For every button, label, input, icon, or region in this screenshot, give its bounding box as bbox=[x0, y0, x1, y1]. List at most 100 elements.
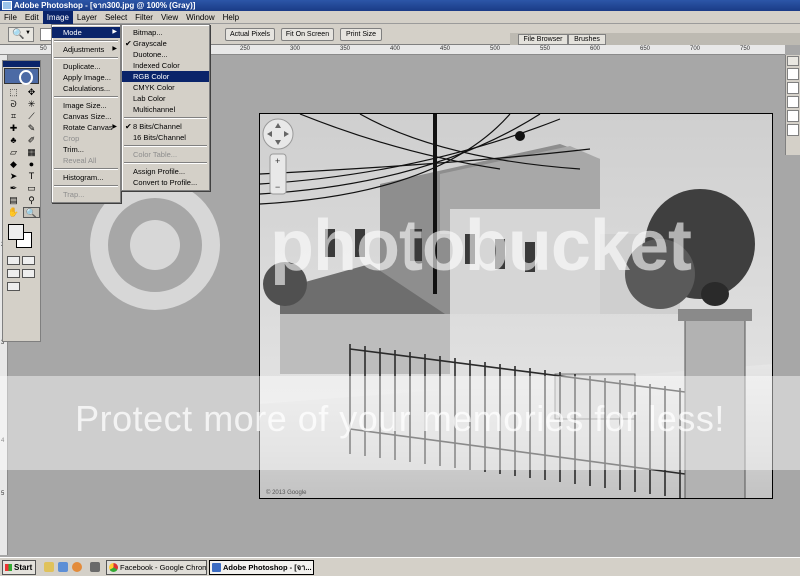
quick-mask-button[interactable] bbox=[22, 256, 35, 265]
slice-tool-icon[interactable]: ⟋ bbox=[23, 111, 40, 122]
eraser-tool-icon[interactable]: ▱ bbox=[5, 147, 22, 158]
ruler-label: 750 bbox=[740, 46, 751, 52]
shape-tool-icon[interactable]: ▭ bbox=[23, 183, 40, 194]
photoshop-app-icon bbox=[2, 1, 12, 10]
tab-brushes[interactable]: Brushes bbox=[568, 34, 606, 45]
clone-stamp-tool-icon[interactable]: ♣ bbox=[5, 135, 22, 146]
menu-view[interactable]: View bbox=[157, 11, 182, 24]
ruler-label: 400 bbox=[390, 46, 401, 52]
mode-item-8-bits[interactable]: ✔ 8 Bits/Channel bbox=[122, 121, 209, 132]
mode-item-assign-profile[interactable]: Assign Profile... bbox=[122, 166, 209, 177]
toolbox-titlebar[interactable] bbox=[3, 61, 40, 67]
mode-item-cmyk-color[interactable]: CMYK Color bbox=[122, 82, 209, 93]
task-facebook-chrome[interactable]: Facebook - Google Chrome bbox=[106, 560, 207, 575]
marquee-tool-icon[interactable]: ⬚ bbox=[5, 87, 22, 98]
task-adobe-photoshop[interactable]: Adobe Photoshop - [จา... bbox=[209, 560, 314, 575]
submenu-arrow-icon: ▶ bbox=[112, 124, 117, 130]
lasso-tool-icon[interactable]: ᘐ bbox=[5, 99, 22, 110]
title-bar: Adobe Photoshop - [จาก300.jpg @ 100% (Gr… bbox=[0, 0, 800, 11]
image-menu-item-duplicate[interactable]: Duplicate... bbox=[52, 61, 120, 72]
tool-preset-picker[interactable]: 🔍 ▼ bbox=[8, 27, 34, 42]
tab-file-browser[interactable]: File Browser bbox=[518, 34, 568, 45]
ruler-label: 450 bbox=[440, 46, 451, 52]
path-selection-tool-icon[interactable]: ➤ bbox=[5, 171, 22, 182]
history-brush-tool-icon[interactable]: ✐ bbox=[23, 135, 40, 146]
start-button[interactable]: Start bbox=[2, 560, 36, 575]
image-menu-item-crop: Crop bbox=[63, 134, 80, 143]
palette-row bbox=[787, 68, 799, 80]
menu-item-label: Mode bbox=[63, 28, 82, 37]
ruler-label: 5 bbox=[1, 491, 5, 497]
window-title: Adobe Photoshop - [จาก300.jpg @ 100% (Gr… bbox=[14, 1, 196, 10]
image-menu-item-calculations[interactable]: Calculations... bbox=[52, 83, 120, 94]
fit-on-screen-button[interactable]: Fit On Screen bbox=[281, 28, 334, 41]
ruler-label: 650 bbox=[640, 46, 651, 52]
standard-mode-button[interactable] bbox=[7, 256, 20, 265]
mode-item-convert-to-profile[interactable]: Convert to Profile... bbox=[122, 177, 209, 188]
folder-quicklaunch-icon[interactable] bbox=[44, 562, 54, 572]
brush-tool-icon[interactable]: ✎ bbox=[23, 123, 40, 134]
mode-item-grayscale[interactable]: ✔ Grayscale bbox=[122, 38, 209, 49]
mode-item-multichannel[interactable]: Multichannel bbox=[122, 104, 209, 115]
pen-tool-icon[interactable]: ✒ bbox=[5, 183, 22, 194]
eyedropper-tool-icon[interactable]: ⚲ bbox=[23, 195, 40, 206]
windows-taskbar: Start Facebook - Google Chrome Adobe Pho… bbox=[0, 557, 800, 576]
mode-item-16-bits[interactable]: 16 Bits/Channel bbox=[122, 132, 209, 143]
screen-mode-button[interactable] bbox=[7, 269, 20, 278]
mode-item-duotone[interactable]: Duotone... bbox=[122, 49, 209, 60]
menu-select[interactable]: Select bbox=[101, 11, 131, 24]
dodge-tool-icon[interactable]: ● bbox=[23, 159, 40, 170]
image-menu-item-trim[interactable]: Trim... bbox=[52, 144, 120, 155]
toolbox: ⬚ ✥ ᘐ ✳ ⌗ ⟋ ✚ ✎ ♣ ✐ ▱ ▦ ◆ ● ➤ T ✒ ▭ ▤ ⚲ … bbox=[2, 60, 41, 342]
type-tool-icon[interactable]: T bbox=[23, 171, 40, 182]
ruler-label: 250 bbox=[240, 46, 251, 52]
hand-tool-icon[interactable]: ✋ bbox=[5, 207, 22, 218]
image-menu-item-rotate-canvas[interactable]: Rotate Canvas ▶ bbox=[52, 122, 120, 133]
gradient-tool-icon[interactable]: ▦ bbox=[23, 147, 40, 158]
menu-image[interactable]: Image bbox=[42, 10, 73, 24]
menu-window[interactable]: Window bbox=[182, 11, 218, 24]
menu-layer[interactable]: Layer bbox=[73, 11, 101, 24]
print-size-button[interactable]: Print Size bbox=[340, 28, 382, 41]
image-menu-item-histogram[interactable]: Histogram... bbox=[52, 172, 120, 183]
image-menu-item-image-size[interactable]: Image Size... bbox=[52, 100, 120, 111]
ie-quicklaunch-icon[interactable] bbox=[58, 562, 68, 572]
move-tool-icon[interactable]: ✥ bbox=[23, 87, 40, 98]
menu-edit[interactable]: Edit bbox=[21, 11, 43, 24]
image-menu-item-mode[interactable]: Mode ▶ bbox=[52, 27, 120, 38]
menu-filter[interactable]: Filter bbox=[131, 11, 157, 24]
foreground-color-swatch[interactable] bbox=[8, 224, 24, 240]
menu-help[interactable]: Help bbox=[219, 11, 243, 24]
ruler-label: 700 bbox=[690, 46, 701, 52]
menu-file[interactable]: File bbox=[0, 11, 21, 24]
crop-tool-icon[interactable]: ⌗ bbox=[5, 111, 22, 122]
mode-item-lab-color[interactable]: Lab Color bbox=[122, 93, 209, 104]
image-menu-item-adjustments[interactable]: Adjustments ▶ bbox=[52, 44, 120, 55]
healing-brush-tool-icon[interactable]: ✚ bbox=[5, 123, 22, 134]
show-desktop-icon[interactable] bbox=[90, 562, 100, 572]
fullscreen-mode-button[interactable] bbox=[22, 269, 35, 278]
menu-item-label: 8 Bits/Channel bbox=[133, 122, 182, 131]
image-menu-item-apply-image[interactable]: Apply Image... bbox=[52, 72, 120, 83]
magic-wand-tool-icon[interactable]: ✳ bbox=[23, 99, 40, 110]
palette-row bbox=[787, 110, 799, 122]
mode-item-rgb-color[interactable]: RGB Color bbox=[122, 71, 209, 82]
palette-row bbox=[787, 96, 799, 108]
menu-separator bbox=[54, 40, 118, 42]
mode-item-indexed-color[interactable]: Indexed Color bbox=[122, 60, 209, 71]
actual-pixels-button[interactable]: Actual Pixels bbox=[225, 28, 275, 41]
mode-item-bitmap[interactable]: Bitmap... bbox=[122, 27, 209, 38]
menu-separator bbox=[54, 185, 118, 187]
adobe-online-icon[interactable] bbox=[4, 68, 39, 85]
layers-palette-tab[interactable] bbox=[787, 56, 799, 66]
firefox-quicklaunch-icon[interactable] bbox=[72, 562, 82, 572]
notes-tool-icon[interactable]: ▤ bbox=[5, 195, 22, 206]
jump-to-imageready-button[interactable] bbox=[7, 282, 20, 291]
menu-item-label: Grayscale bbox=[133, 39, 167, 48]
blur-tool-icon[interactable]: ◆ bbox=[5, 159, 22, 170]
zoom-tool-icon[interactable]: 🔍 bbox=[23, 207, 40, 218]
image-menu-item-canvas-size[interactable]: Canvas Size... bbox=[52, 111, 120, 122]
zoom-tool-icon: 🔍 bbox=[12, 29, 25, 40]
ruler-label: 500 bbox=[490, 46, 501, 52]
watermark-tagline: Protect more of your memories for less! bbox=[75, 398, 725, 439]
